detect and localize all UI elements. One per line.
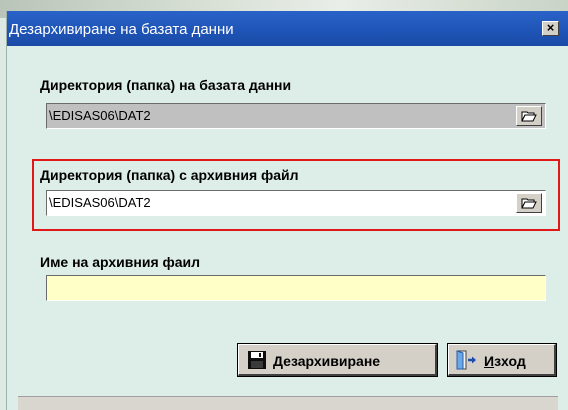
db-directory-value: \EDISAS06\DAT2 <box>49 108 151 123</box>
exit-door-icon <box>456 350 476 370</box>
title-bar[interactable]: Дезархивиране на базата данни × <box>7 11 568 46</box>
archive-file-input[interactable] <box>46 275 546 301</box>
exit-button[interactable]: Изход <box>447 343 557 377</box>
db-directory-browse-button[interactable] <box>516 106 542 126</box>
folder-open-icon <box>521 198 537 209</box>
window-title: Дезархивиране на базата данни <box>9 21 234 38</box>
restore-button-label: Дезархивиране <box>273 353 381 369</box>
archive-directory-label: Директория (папка) с архивния файл <box>40 167 299 183</box>
db-directory-label: Директория (папка) на базата данни <box>40 77 292 93</box>
restore-button[interactable]: Дезархивиране <box>237 343 438 377</box>
archive-directory-browse-button[interactable] <box>516 193 542 213</box>
exit-button-label: Изход <box>484 353 526 369</box>
archive-file-label: Име на архивния фаил <box>40 254 201 270</box>
restore-dialog: Дезархивиране на базата данни × Директор… <box>6 11 568 410</box>
close-icon: × <box>546 20 555 35</box>
db-directory-field: \EDISAS06\DAT2 <box>46 103 546 129</box>
screen: Дезархивиране на базата данни × Директор… <box>0 0 568 410</box>
archive-directory-field[interactable]: \EDISAS06\DAT2 <box>46 190 546 216</box>
floppy-disk-icon <box>248 351 266 369</box>
close-button[interactable]: × <box>542 21 559 36</box>
archive-directory-value[interactable]: \EDISAS06\DAT2 <box>49 195 151 210</box>
status-bar <box>18 396 558 410</box>
folder-open-icon <box>521 111 537 122</box>
